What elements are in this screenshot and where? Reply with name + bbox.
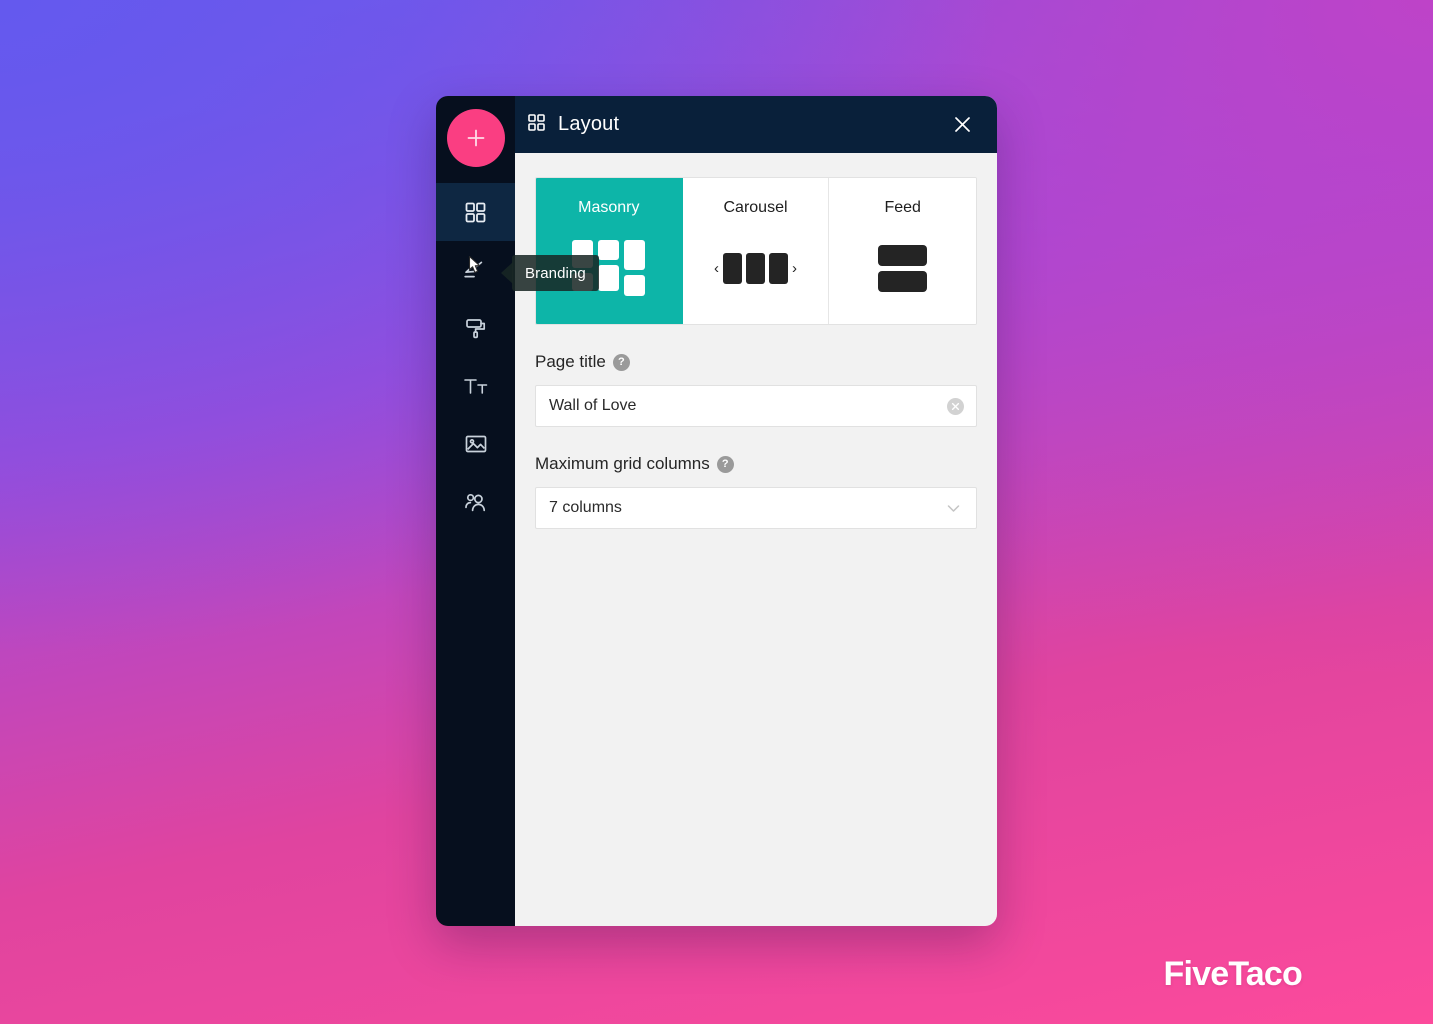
help-icon[interactable]: ? [612,353,630,371]
page-title-label: Page title [535,352,606,371]
clear-page-title-button[interactable] [947,397,964,415]
megaphone-icon [462,257,489,284]
text-icon [462,373,490,399]
plus-icon [463,125,489,151]
layout-option-label: Feed [884,199,921,216]
sidebar-item-layout[interactable] [436,183,515,241]
people-icon [463,489,489,515]
sidebar-item-media[interactable] [436,415,515,473]
grid-columns-field: Maximum grid columns ? 7 columns [535,454,977,529]
page-title-input[interactable] [536,386,976,426]
sidebar-item-people[interactable] [436,473,515,531]
image-icon [463,431,489,457]
add-button[interactable] [446,109,505,167]
help-icon[interactable]: ? [716,455,734,473]
grid-icon [463,200,488,225]
app-window: Layout Masonry Carousel ‹ › Feed Page ti… [436,96,997,926]
layout-option-label: Carousel [723,199,788,216]
layout-option-feed[interactable]: Feed [829,178,976,324]
sidebar-rail [436,96,515,926]
paint-roller-icon [463,315,489,341]
layout-type-selector: Masonry Carousel ‹ › Feed [535,177,977,325]
close-button[interactable] [948,110,977,139]
chevron-down-icon [945,500,962,517]
page-title-label-row: Page title ? [535,352,977,372]
grid-icon [527,113,546,137]
grid-columns-label-row: Maximum grid columns ? [535,454,977,474]
layout-option-label: Masonry [578,199,640,216]
layout-panel: Layout Masonry Carousel ‹ › Feed Page ti… [515,96,997,926]
page-title-field: Page title ? [535,352,977,427]
feed-art-icon [878,235,928,301]
grid-columns-label: Maximum grid columns [535,454,710,473]
sidebar-item-theme[interactable] [436,299,515,357]
close-icon [952,114,973,135]
page-title-input-wrapper[interactable] [535,385,977,427]
grid-columns-select[interactable]: 7 columns [535,487,977,529]
layout-option-carousel[interactable]: Carousel ‹ › [682,178,830,324]
carousel-art-icon: ‹ › [714,235,797,301]
page-title: Layout [558,113,620,135]
panel-header: Layout [515,96,997,153]
sidebar-item-text[interactable] [436,357,515,415]
watermark: FiveTaco [1163,955,1303,993]
layout-option-masonry[interactable]: Masonry [536,178,683,324]
grid-columns-value: 7 columns [549,499,622,516]
branding-tooltip: Branding [512,255,599,291]
